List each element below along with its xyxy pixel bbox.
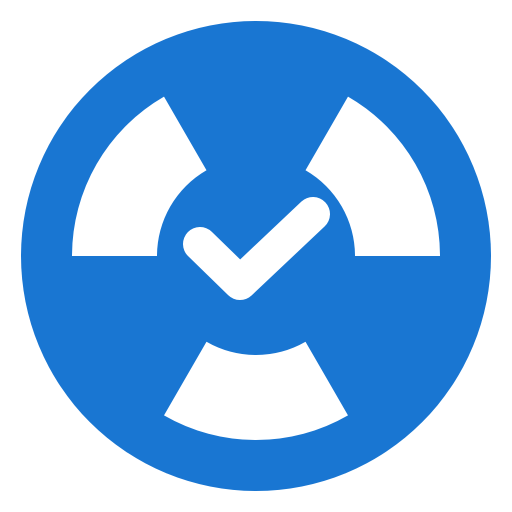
radiation-check-icon bbox=[21, 21, 491, 491]
